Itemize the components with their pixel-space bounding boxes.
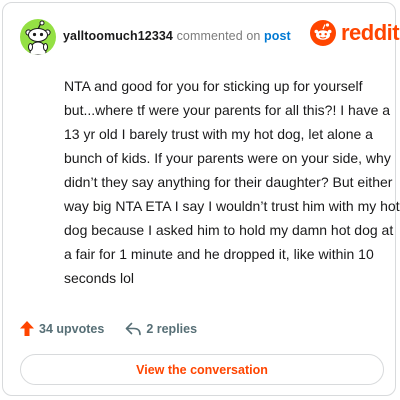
comment-body: NTA and good for you for sticking up for…	[64, 78, 400, 286]
view-conversation-button[interactable]: View the conversation	[20, 354, 384, 385]
avatar[interactable]	[20, 19, 56, 55]
upvote-arrow-icon	[20, 321, 34, 336]
comment-header: yalltoomuch12334 commented on post	[63, 29, 291, 43]
upvotes-count: 34 upvotes	[39, 321, 105, 336]
post-link[interactable]: post	[264, 29, 291, 43]
comment-card: yalltoomuch12334 commented on post reddi…	[2, 2, 400, 396]
reddit-wordmark: reddit	[341, 20, 400, 45]
reddit-alien-icon	[310, 20, 336, 46]
replies-count: 2 replies	[146, 321, 198, 336]
replies-stat[interactable]: 2 replies	[125, 322, 197, 336]
snoo-avatar-icon	[25, 20, 51, 55]
reddit-logo[interactable]: reddit	[310, 20, 400, 46]
upvotes-stat[interactable]: 34 upvotes	[20, 321, 104, 336]
commented-on-text: commented on	[176, 29, 261, 43]
comment-stats: 34 upvotes 2 replies	[20, 321, 197, 336]
reply-arrow-icon	[126, 322, 142, 335]
username[interactable]: yalltoomuch12334	[63, 29, 173, 43]
